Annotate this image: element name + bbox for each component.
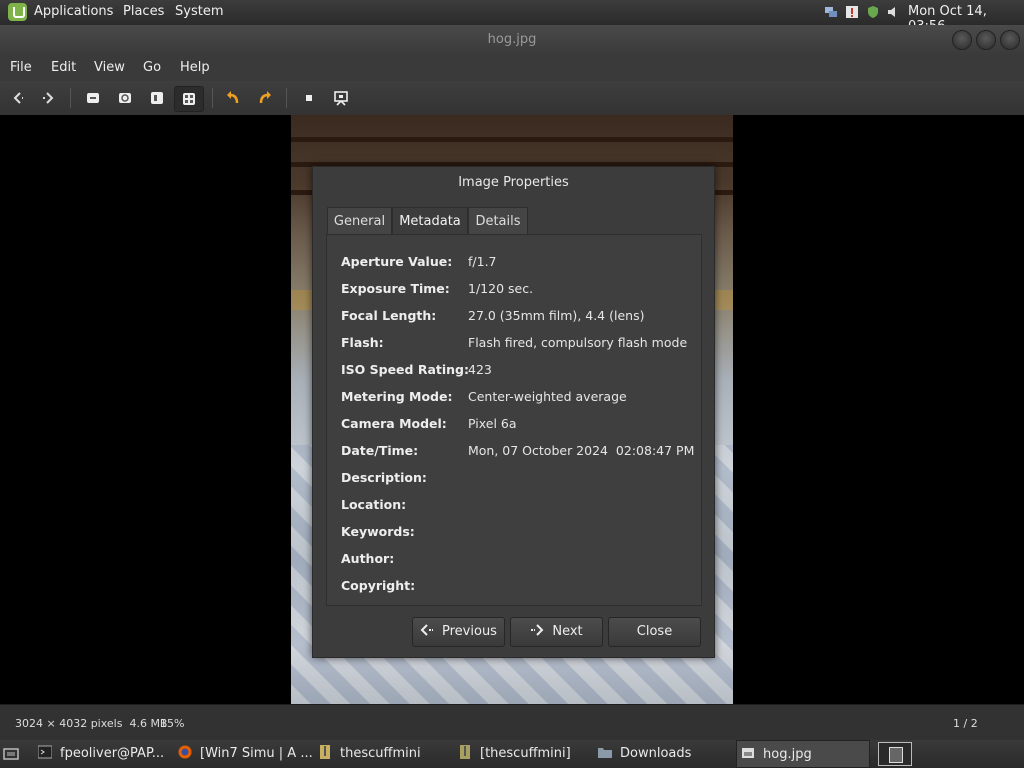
tab-details[interactable]: Details: [468, 207, 528, 235]
previous-button[interactable]: Previous: [412, 617, 505, 647]
previous-icon: [420, 624, 434, 636]
back-icon[interactable]: [6, 86, 30, 110]
best-fit-icon[interactable]: [174, 86, 204, 112]
menu-file[interactable]: File: [10, 60, 32, 75]
toolbar: [0, 81, 1024, 116]
flash-value[interactable]: Flash fired, compulsory flash mode: [468, 335, 687, 350]
tab-metadata[interactable]: Metadata: [392, 207, 468, 235]
metering-label: Metering Mode:: [341, 389, 453, 404]
shield-icon[interactable]: [866, 5, 880, 19]
metering-value[interactable]: Center-weighted average: [468, 389, 627, 404]
taskbar: fpeoliver@PAP... [Win7 Simu | A ... thes…: [0, 740, 1024, 768]
description-label: Description:: [341, 470, 427, 485]
menu-edit[interactable]: Edit: [51, 60, 76, 75]
applications-menu[interactable]: Applications: [34, 4, 113, 19]
camera-model-value[interactable]: Pixel 6a: [468, 416, 517, 431]
tab-general[interactable]: General: [327, 207, 392, 235]
terminal-icon: [38, 745, 52, 759]
fullscreen-icon[interactable]: [297, 86, 321, 110]
folder-icon: [598, 748, 612, 758]
location-label: Location:: [341, 497, 407, 512]
zoom-out-icon[interactable]: [81, 86, 105, 110]
image-icon: [742, 748, 754, 758]
focal-length-value[interactable]: 27.0 (35mm film), 4.4 (lens): [468, 308, 644, 323]
task-archive-1[interactable]: thescuffmini: [318, 740, 453, 768]
exposure-label: Exposure Time:: [341, 281, 450, 296]
author-label: Author:: [341, 551, 395, 566]
image-properties-dialog: Image Properties General Metadata Detail…: [312, 166, 715, 658]
image-dimensions: 3024 × 4032 pixels 4.6 MB: [15, 717, 168, 730]
statusbar: 3024 × 4032 pixels 4.6 MB 15% 1 / 2: [0, 704, 1024, 741]
close-button[interactable]: Close: [608, 617, 701, 647]
close-window-button[interactable]: [1000, 30, 1020, 50]
camera-model-label: Camera Model:: [341, 416, 447, 431]
menu-view[interactable]: View: [94, 60, 125, 75]
datetime-label: Date/Time:: [341, 443, 419, 458]
archive-icon: [320, 745, 330, 759]
image-position: 1 / 2: [953, 717, 978, 730]
show-desktop-icon[interactable]: [3, 747, 19, 761]
task-label: fpeoliver@PAP...: [60, 746, 165, 761]
menubar: File Edit View Go Help: [0, 55, 1024, 81]
task-label: hog.jpg: [763, 747, 812, 762]
iso-label: ISO Speed Rating:: [341, 362, 470, 377]
aperture-value[interactable]: f/1.7: [468, 254, 497, 269]
next-icon: [531, 624, 544, 636]
task-firefox[interactable]: [Win7 Simu | A ...: [178, 740, 313, 768]
rotate-right-icon[interactable]: [253, 86, 277, 110]
mint-menu-icon[interactable]: [8, 3, 27, 21]
rotate-left-icon[interactable]: [221, 86, 245, 110]
task-downloads[interactable]: Downloads: [598, 740, 733, 768]
exposure-value[interactable]: 1/120 sec.: [468, 281, 533, 296]
minimize-button[interactable]: [952, 30, 972, 50]
network-icon[interactable]: [824, 5, 838, 19]
maximize-button[interactable]: [976, 30, 996, 50]
workspace-switcher[interactable]: [878, 742, 912, 766]
places-menu[interactable]: Places: [123, 4, 164, 19]
task-label: [Win7 Simu | A ...: [200, 746, 313, 761]
task-label: Downloads: [620, 746, 692, 761]
volume-icon[interactable]: [886, 5, 900, 19]
copyright-label: Copyright:: [341, 578, 416, 593]
forward-icon[interactable]: [37, 86, 61, 110]
menu-go[interactable]: Go: [143, 60, 161, 75]
keywords-label: Keywords:: [341, 524, 415, 539]
window-titlebar[interactable]: hog.jpg: [0, 25, 1024, 55]
zoom-level: 15%: [160, 717, 185, 730]
slideshow-icon[interactable]: [329, 86, 353, 110]
task-hog-jpg[interactable]: hog.jpg: [736, 740, 870, 768]
previous-label: Previous: [442, 624, 497, 639]
firefox-icon: [178, 745, 192, 759]
flash-label: Flash:: [341, 335, 384, 350]
task-label: thescuffmini: [340, 746, 421, 761]
window-title: hog.jpg: [487, 32, 537, 47]
task-label: [thescuffmini]: [480, 746, 571, 761]
task-archive-2[interactable]: [thescuffmini]: [458, 740, 593, 768]
update-icon[interactable]: [845, 5, 859, 19]
focal-length-label: Focal Length:: [341, 308, 437, 323]
datetime-value[interactable]: Mon, 07 October 2024 02:08:47 PM: [468, 443, 694, 458]
top-panel: Applications Places System Mon Oct 14, 0…: [0, 0, 1024, 34]
task-terminal[interactable]: fpeoliver@PAP...: [38, 740, 173, 768]
next-label: Next: [552, 624, 583, 639]
metadata-panel: Aperture Value: f/1.7 Exposure Time: 1/1…: [326, 234, 702, 606]
next-button[interactable]: Next: [510, 617, 603, 647]
system-menu[interactable]: System: [175, 4, 223, 19]
archive-icon: [460, 745, 470, 759]
menu-help[interactable]: Help: [180, 60, 210, 75]
fit-page-icon[interactable]: [145, 86, 169, 110]
zoom-in-icon[interactable]: [113, 86, 137, 110]
dialog-title: Image Properties: [458, 175, 569, 190]
aperture-label: Aperture Value:: [341, 254, 453, 269]
iso-value[interactable]: 423: [468, 362, 492, 377]
